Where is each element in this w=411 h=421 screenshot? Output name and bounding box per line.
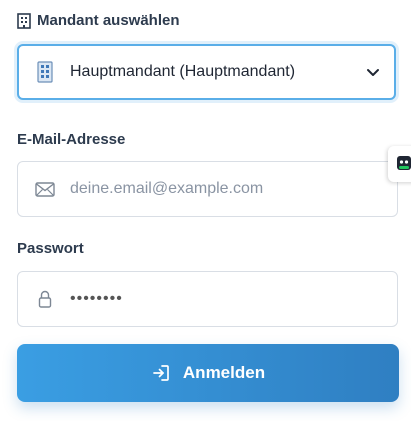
envelope-icon (34, 180, 56, 198)
login-arrow-icon (151, 363, 171, 383)
office-building-icon (17, 12, 31, 29)
tenant-select-value: Hauptmandant (Hauptmandant) (70, 63, 296, 80)
email-label-text: E-Mail-Adresse (17, 131, 126, 148)
login-button[interactable]: Anmelden (17, 344, 399, 402)
password-label-text: Passwort (17, 240, 84, 257)
tenant-select[interactable]: Hauptmandant (Hauptmandant) (17, 44, 396, 100)
email-field[interactable] (17, 161, 398, 217)
side-chat-widget[interactable] (388, 146, 411, 182)
tenant-label-text: Mandant auswählen (37, 12, 180, 29)
lock-icon (34, 290, 56, 308)
password-input[interactable]: •••••••• (70, 290, 123, 308)
password-field[interactable]: •••••••• (17, 271, 398, 327)
tenant-label: Mandant auswählen (17, 12, 180, 29)
office-building-icon (37, 61, 53, 83)
chevron-down-icon[interactable] (366, 65, 380, 79)
email-input[interactable] (70, 180, 370, 198)
login-button-label: Anmelden (182, 363, 266, 382)
password-label: Passwort (17, 240, 84, 257)
chat-widget-icon (396, 154, 411, 174)
email-label: E-Mail-Adresse (17, 131, 125, 148)
